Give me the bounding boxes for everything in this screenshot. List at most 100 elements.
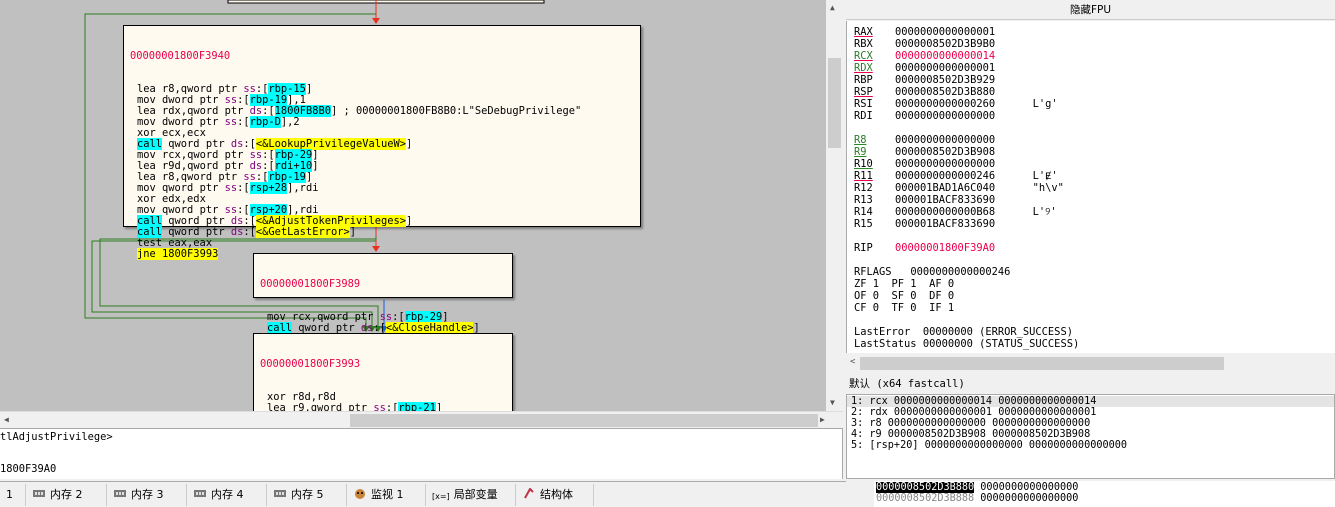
register-name: RBP xyxy=(854,74,873,86)
scroll-down-icon[interactable]: ▼ xyxy=(830,398,835,407)
tab-2[interactable]: 内存 2 xyxy=(26,484,107,506)
rflags[interactable]: RFLAGS 0000000000000246 xyxy=(854,266,1010,278)
instruction-line[interactable]: lea r9,qword ptr ss:[rbp-21] xyxy=(260,402,506,412)
register-rdx[interactable]: RDX 0000000000000001 xyxy=(854,62,995,74)
operand: ,qword ptr xyxy=(304,402,374,412)
register-rax[interactable]: RAX 0000000000000001 xyxy=(854,26,995,38)
flags-row-1[interactable]: ZF 1 PF 1 AF 0 xyxy=(854,278,954,290)
info-line-address: 1800F39A0 xyxy=(0,463,57,475)
register-value: 0000000000000246 xyxy=(895,170,996,182)
call-argument-4[interactable]: 4: r9 0000008502D3B908 0000008502D3B908 xyxy=(851,429,1090,440)
register-rdi[interactable]: RDI 0000000000000000 xyxy=(854,110,995,122)
tab-1[interactable]: 1 xyxy=(0,484,26,506)
register-name: RSI xyxy=(854,98,873,110)
code-block-1800F3989[interactable]: 00000001800F3989 mov rcx,qword ptr ss:[r… xyxy=(253,253,513,334)
operand: ] xyxy=(406,138,413,150)
operand: ] ; 00000001800FB8B0:L"SeDebugPrivilege" xyxy=(330,105,582,117)
block-address: 00000001800F3940 xyxy=(130,50,231,62)
tab-label: 内存 4 xyxy=(211,488,244,501)
tab-5[interactable]: 内存 5 xyxy=(267,484,347,506)
graph-view[interactable]: 00000001800F3940 lea r8,qword ptr ss:[rb… xyxy=(0,0,826,411)
stack-row[interactable]: 0000008502D3B888 0000000000000000 xyxy=(876,493,1078,504)
hide-fpu-toggle[interactable]: 隐藏FPU xyxy=(846,0,1335,20)
info-line-target: tlAdjustPrivilege> xyxy=(0,431,113,443)
register-value: 0000000000000000 xyxy=(895,134,996,146)
register-r10[interactable]: R10 0000000000000000 xyxy=(854,158,995,170)
register-value: 0000000000000014 xyxy=(895,50,996,62)
registers-panel[interactable]: RAX 0000000000000001 RBX 0000008502D3B9B0 RC… xyxy=(846,21,1335,353)
register-rsp[interactable]: RSP 0000008502D3B880 xyxy=(854,86,995,98)
register-rbx[interactable]: RBX 0000008502D3B9B0 xyxy=(854,38,995,50)
scroll-right-icon[interactable]: ▶ xyxy=(820,415,825,424)
block-address: 00000001800F3989 xyxy=(260,278,361,290)
register-rcx[interactable]: RCX 0000000000000014 xyxy=(854,50,995,62)
call-argument-2[interactable]: 2: rdx 0000000000000001 0000000000000001 xyxy=(851,407,1096,418)
tab-label: 监视 1 xyxy=(371,488,404,501)
register-comment: L'୨' xyxy=(995,206,1057,218)
scroll-thumb[interactable] xyxy=(350,414,818,427)
stack-row[interactable]: 0000008502D3B880 0000000000000000 xyxy=(876,482,1078,493)
operand: :[ xyxy=(243,226,256,238)
register-rip[interactable]: RIP 00000001800F39A0 xyxy=(854,242,995,254)
register-name: R13 xyxy=(854,194,873,206)
flags-row-2[interactable]: OF 0 SF 0 DF 0 xyxy=(854,290,954,302)
register-name: R8 xyxy=(854,134,867,146)
stack-address: 0000008502D3B880 xyxy=(876,482,975,493)
register-name: R14 xyxy=(854,206,873,218)
tab-7[interactable]: [x=] 局部变量 xyxy=(426,484,516,506)
register-r13[interactable]: R13 000001BACF833690 xyxy=(854,194,995,206)
register-name: R10 xyxy=(854,158,873,170)
calling-convention-selector[interactable]: 默认 (x64 fastcall) xyxy=(846,374,1335,394)
registers-horizontal-scrollbar[interactable]: < xyxy=(846,355,1335,372)
register-rbp[interactable]: RBP 0000008502D3B929 xyxy=(854,74,995,86)
code-block-1800F3940[interactable]: 00000001800F3940 lea r8,qword ptr ss:[rb… xyxy=(123,25,641,260)
last-status[interactable]: LastStatus 00000000 (STATUS_SUCCESS) xyxy=(854,338,1079,350)
tab-label: 内存 3 xyxy=(131,488,164,501)
last-error[interactable]: LastError 00000000 (ERROR_SUCCESS) xyxy=(854,326,1073,338)
scroll-left-icon[interactable]: < xyxy=(850,357,855,367)
tab-3[interactable]: 内存 3 xyxy=(107,484,187,506)
tab-6[interactable]: 监视 1 xyxy=(347,484,426,506)
rflags-value: 0000000000000246 xyxy=(891,266,1011,278)
tab-label: 内存 2 xyxy=(50,488,83,501)
register-rsi[interactable]: RSI 0000000000000260 L'g' xyxy=(854,98,1058,110)
graph-horizontal-scrollbar[interactable]: ◀ ▶ xyxy=(0,411,843,428)
register-r15[interactable]: R15 000001BACF833690 xyxy=(854,218,995,230)
register-value: 0000008502D3B929 xyxy=(895,74,996,86)
register-r8[interactable]: R8 0000000000000000 xyxy=(854,134,995,146)
block-instructions: mov rcx,qword ptr ss:[rbp-29] call qword … xyxy=(260,311,506,334)
register-r14[interactable]: R14 0000000000000B68 L'୨' xyxy=(854,206,1057,218)
graph-vertical-scrollbar[interactable]: ▲ ▼ xyxy=(826,0,843,411)
register-r9[interactable]: R9 0000008502D3B908 xyxy=(854,146,995,158)
tab-4[interactable]: 内存 4 xyxy=(187,484,267,506)
tab-8[interactable]: 结构体 xyxy=(516,484,594,506)
register-value: 0000000000000000 xyxy=(895,110,996,122)
mnemonic: lea xyxy=(267,402,293,412)
scroll-thumb[interactable] xyxy=(860,357,1224,370)
tab-label: 局部变量 xyxy=(453,488,498,501)
register-r11[interactable]: R11 0000000000000246 L'Ɇ' xyxy=(854,170,1058,182)
info-panel: tlAdjustPrivilege> 1800F39A0 xyxy=(0,428,843,479)
call-argument-1[interactable]: 1: rcx 0000000000000014 0000000000000014 xyxy=(847,396,1334,407)
stack-view[interactable]: 0000008502D3B880 0000000000000000 0000008… xyxy=(874,481,1335,507)
mnemonic: jne xyxy=(137,248,163,260)
tab-label: 内存 5 xyxy=(291,488,324,501)
call-arguments-panel[interactable]: 1: rcx 0000000000000014 0000000000000014… xyxy=(846,394,1335,479)
call-argument-3[interactable]: 3: r8 0000000000000000 0000000000000000 xyxy=(851,418,1090,429)
flags-row-3[interactable]: CF 0 TF 0 IF 1 xyxy=(854,302,954,314)
operand: <&GetLastError> xyxy=(255,226,350,238)
register-value: 0000008502D3B9B0 xyxy=(895,38,996,50)
scroll-left-icon[interactable]: ◀ xyxy=(4,415,9,424)
scroll-up-icon[interactable]: ▲ xyxy=(830,3,835,12)
operand: :[ xyxy=(385,402,399,412)
code-block-1800F3993[interactable]: 00000001800F3993 xor r8d,r8d lea r9,qword… xyxy=(253,333,513,411)
memory-icon xyxy=(273,485,287,497)
stack-value: 0000000000000000 xyxy=(974,482,1079,493)
block-address: 00000001800F3993 xyxy=(260,358,361,370)
call-argument-5[interactable]: 5: [rsp+20] 0000000000000000 00000000000… xyxy=(851,440,1127,451)
register-r12[interactable]: R12 000001BAD1A6C040 "h\v" xyxy=(854,182,1064,194)
stack-address: 0000008502D3B888 xyxy=(876,493,975,504)
operand: ] xyxy=(312,160,319,172)
tab-label: 结构体 xyxy=(540,488,573,501)
scroll-thumb[interactable] xyxy=(828,58,841,148)
